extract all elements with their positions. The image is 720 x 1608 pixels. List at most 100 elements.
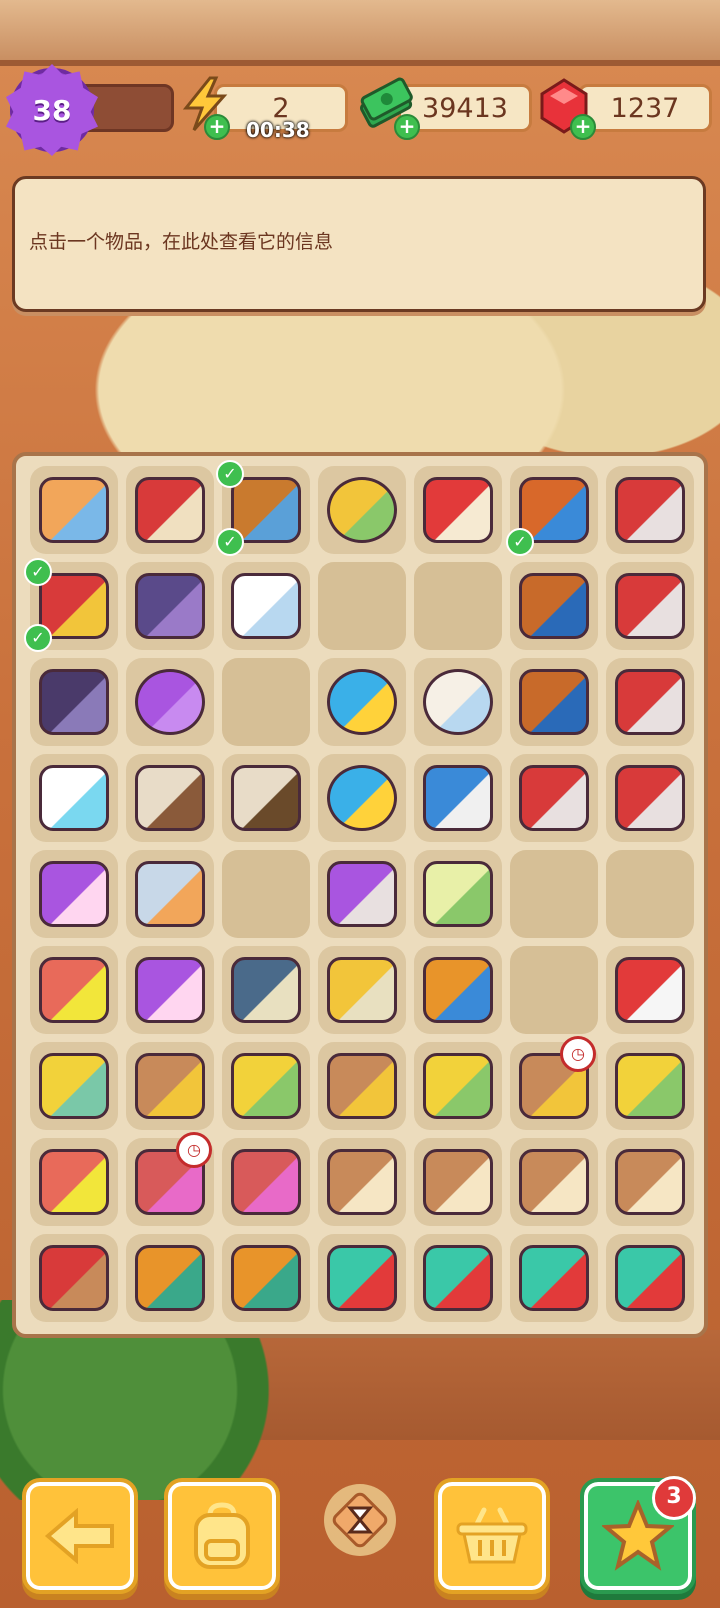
board-cell[interactable] (222, 754, 310, 842)
board-cell[interactable] (606, 754, 694, 842)
board-cell[interactable] (30, 1042, 118, 1130)
board-cell[interactable] (510, 1234, 598, 1322)
board-cell[interactable] (318, 754, 406, 842)
board-cell[interactable] (222, 562, 310, 650)
board-cell[interactable] (414, 850, 502, 938)
board-cell-empty[interactable] (606, 850, 694, 938)
board-cell[interactable] (222, 1042, 310, 1130)
gem-plus-icon[interactable]: + (570, 114, 596, 140)
board-cell[interactable]: ◷ (510, 1036, 598, 1130)
board-cell[interactable] (414, 1042, 502, 1130)
board-cell[interactable] (126, 562, 214, 650)
board-cell[interactable] (606, 1138, 694, 1226)
board-cell[interactable] (510, 658, 598, 746)
board-cell[interactable] (30, 466, 118, 554)
board-cell[interactable] (30, 658, 118, 746)
bike-wheels-icon (39, 669, 109, 735)
board-cell[interactable]: ◷ (126, 1132, 214, 1226)
backpack-red-icon (39, 1245, 109, 1311)
back-button[interactable] (22, 1478, 138, 1594)
board-cell[interactable] (414, 658, 502, 746)
board-cell[interactable] (318, 1138, 406, 1226)
board-cell[interactable] (126, 1042, 214, 1130)
board-cell[interactable] (318, 1042, 406, 1130)
dig-site-icon (327, 1053, 397, 1119)
goose-chick-icon (231, 573, 301, 639)
board-cell[interactable] (606, 946, 694, 1034)
board-cell[interactable] (414, 754, 502, 842)
board-cell-empty[interactable] (318, 562, 406, 650)
board-cell[interactable] (318, 850, 406, 938)
board-cell[interactable] (222, 1234, 310, 1322)
board-cell[interactable] (126, 754, 214, 842)
board-cell[interactable] (30, 850, 118, 938)
board-cell[interactable] (606, 562, 694, 650)
evidence-bag-shoes-icon (231, 765, 301, 831)
board-cell[interactable] (126, 466, 214, 554)
board-cell-empty[interactable] (510, 946, 598, 1034)
board-cell[interactable] (414, 1138, 502, 1226)
board-cell-empty[interactable] (222, 658, 310, 746)
board-cell[interactable] (414, 466, 502, 554)
board-cell[interactable] (30, 1138, 118, 1226)
level-number: 38 (32, 93, 72, 127)
board-cell-empty[interactable] (414, 562, 502, 650)
cash-plus-icon[interactable]: + (394, 114, 420, 140)
quests-button[interactable]: 3 (580, 1476, 696, 1594)
board-cell[interactable] (30, 754, 118, 842)
lunchbox-icon (423, 477, 493, 543)
board-cell[interactable] (606, 658, 694, 746)
board-cell-empty[interactable] (222, 850, 310, 938)
board-cell[interactable] (606, 1234, 694, 1322)
item-info-panel: 点击一个物品，在此处查看它的信息 (12, 176, 706, 312)
level-badge[interactable]: 38 (10, 68, 94, 152)
board-cell[interactable] (606, 1042, 694, 1130)
evidence-bag-fish-icon (135, 765, 205, 831)
board-cell[interactable] (30, 946, 118, 1034)
board-cell[interactable] (318, 658, 406, 746)
fountain-cart-icon (39, 1053, 109, 1119)
board-cell[interactable] (126, 946, 214, 1034)
board-cell[interactable] (318, 946, 406, 1034)
egg-chick-icon (423, 669, 493, 735)
flower-pot-icon (39, 957, 109, 1023)
purple-gem-flower-icon (135, 669, 205, 735)
board-cell-empty[interactable] (510, 850, 598, 938)
board-cell[interactable] (414, 1234, 502, 1322)
board-cell[interactable] (414, 946, 502, 1034)
board-cell[interactable]: ✓ ✓ (24, 558, 118, 652)
board-cell[interactable] (30, 1234, 118, 1322)
basket-icon (456, 1507, 528, 1564)
magnifier-small-icon (423, 765, 493, 831)
dragon-vase-icon (231, 1245, 301, 1311)
energy-orb-icon (327, 765, 397, 831)
purple-car-icon (39, 861, 109, 927)
board-cell[interactable] (222, 946, 310, 1034)
board-cell[interactable] (606, 466, 694, 554)
board-cell[interactable] (318, 1234, 406, 1322)
board-cell[interactable] (126, 850, 214, 938)
hourglass-icon (39, 477, 109, 543)
energy-plus-icon[interactable]: + (204, 114, 230, 140)
board-cell[interactable] (222, 1138, 310, 1226)
board-cell[interactable]: ✓ (506, 466, 598, 556)
gem-value: 1237 (610, 92, 680, 124)
board-cell[interactable] (318, 466, 406, 554)
sell-basket-button[interactable] (434, 1478, 550, 1594)
jetski-icon (135, 861, 205, 927)
sand-cart-icon (423, 1053, 493, 1119)
board-cell[interactable] (126, 658, 214, 746)
hourglass-reward-button[interactable] (322, 1482, 398, 1558)
board-cell[interactable] (510, 1138, 598, 1226)
timer-clock-icon: ◷ (560, 1036, 596, 1072)
board-cell[interactable]: ✓ ✓ (216, 460, 310, 556)
board-grid: ✓ ✓ ✓ ✓ ✓ ◷ ◷ (24, 460, 694, 1322)
gem-counter[interactable]: 1237 (578, 84, 712, 132)
saw-icon (615, 765, 685, 831)
board-cell[interactable] (510, 754, 598, 842)
top-shelf (0, 0, 720, 66)
backpack-button[interactable] (164, 1478, 280, 1594)
board-cell[interactable] (126, 1234, 214, 1322)
energy-orb-icon (327, 669, 397, 735)
board-cell[interactable] (510, 562, 598, 650)
